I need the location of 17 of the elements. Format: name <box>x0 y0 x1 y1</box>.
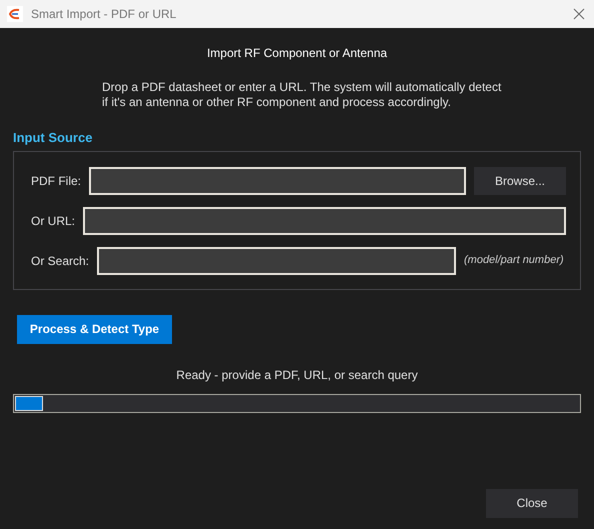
field-label: Or URL: <box>31 212 76 230</box>
input-field[interactable] <box>89 166 466 194</box>
input-field[interactable] <box>97 246 456 274</box>
input-field[interactable] <box>83 206 566 234</box>
dialog-heading: Import RF Component or Antenna <box>206 45 388 62</box>
process-button[interactable]: Process & Detect Type <box>17 314 172 344</box>
section-title: Input Source <box>13 129 92 147</box>
field-label: Or Search: <box>31 252 90 270</box>
description-text: Drop a PDF datasheet or enter a URL. The system will automatically detect if it's an antenna or other RF component and process accordingly. <box>102 80 502 110</box>
browse-button[interactable]: Browse... <box>474 166 566 194</box>
close-icon[interactable] <box>573 8 585 20</box>
window-title: Smart Import - PDF or URL <box>31 6 178 23</box>
field-label: PDF File: <box>31 172 82 190</box>
app-logo-icon <box>7 6 23 22</box>
close-button[interactable]: Close <box>486 488 578 518</box>
hint-text: (model/part number) <box>464 253 565 268</box>
status-text: Ready - provide a PDF, URL, or search query <box>175 366 419 384</box>
